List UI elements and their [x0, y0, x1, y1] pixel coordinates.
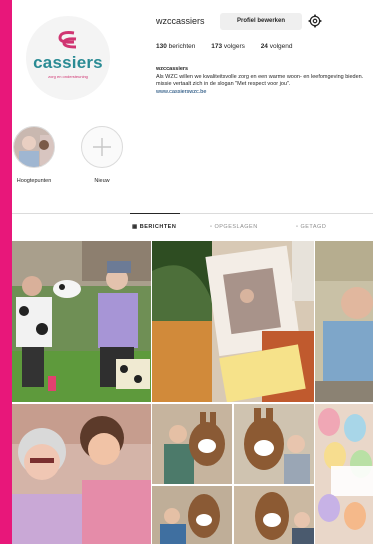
- plus-icon: [93, 138, 111, 156]
- highlight-hoogtepunten[interactable]: Hoogtepunten: [12, 126, 56, 184]
- post-thumbnail[interactable]: [234, 404, 314, 484]
- highlight-label: Hoogtepunten: [16, 178, 52, 184]
- tag-icon: ▫: [296, 224, 299, 230]
- post-thumbnail[interactable]: [315, 241, 373, 402]
- profile-avatar[interactable]: cassiers zorg en ondersteuning: [26, 16, 110, 100]
- tabs-divider: [12, 213, 373, 214]
- highlight-new-circle: [81, 126, 123, 168]
- bio-website-link[interactable]: www.cassierswzc.be: [156, 89, 371, 97]
- tab-saved[interactable]: ▫ OPGESLAGEN: [210, 224, 258, 230]
- instagram-profile-page: cassiers zorg en ondersteuning wzccassie…: [12, 0, 373, 544]
- post-thumbnail[interactable]: [12, 404, 151, 544]
- bio-line-2: missie vertaalt zich in de slogan "Met r…: [156, 81, 291, 87]
- cassiers-logo-mark: [58, 31, 77, 49]
- post-thumbnail[interactable]: [152, 241, 314, 402]
- bookmark-icon: ▫: [210, 224, 213, 230]
- profile-stats: 130 berichten 173 volgers 24 volgend: [156, 43, 307, 50]
- post-thumbnail[interactable]: [234, 486, 314, 544]
- tab-posts[interactable]: ▦ BERICHTEN: [132, 224, 176, 230]
- post-thumbnail[interactable]: [12, 241, 151, 402]
- logo-tagline: zorg en ondersteuning: [48, 74, 88, 79]
- posts-grid: [12, 241, 373, 544]
- bio-name: wzccassiers: [156, 66, 189, 72]
- following-count[interactable]: 24 volgend: [261, 43, 293, 50]
- settings-gear-icon[interactable]: [308, 14, 322, 28]
- tab-tagged[interactable]: ▫ GETAGD: [296, 224, 326, 230]
- post-thumbnail[interactable]: [152, 404, 232, 484]
- highlight-new[interactable]: Nieuw: [80, 126, 124, 184]
- highlight-label: Nieuw: [94, 178, 110, 184]
- highlight-cover-image: [13, 126, 55, 168]
- edit-profile-button[interactable]: Profiel bewerken: [220, 13, 302, 30]
- followers-count[interactable]: 173 volgers: [211, 43, 245, 50]
- profile-bio: wzccassiers Als WZC willen we kwaliteits…: [156, 66, 371, 96]
- posts-count: 130 berichten: [156, 43, 196, 50]
- bio-line-1: Als WZC willen we kwaliteitsvolle zorg e…: [156, 73, 364, 80]
- active-tab-indicator: [130, 213, 180, 214]
- post-thumbnail[interactable]: [315, 404, 373, 544]
- logo-text: cassiers: [33, 53, 103, 72]
- post-thumbnail[interactable]: [152, 486, 232, 544]
- profile-username: wzccassiers: [156, 16, 205, 26]
- grid-icon: ▦: [132, 224, 138, 230]
